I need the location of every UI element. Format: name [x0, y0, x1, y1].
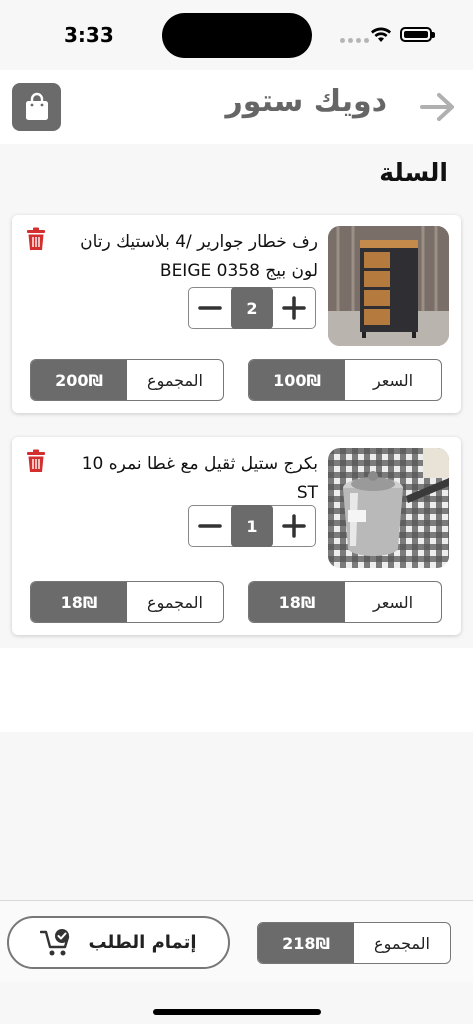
decrease-button[interactable]: [197, 513, 223, 539]
checkout-label: إتمام الطلب: [88, 932, 197, 953]
plus-icon: [282, 514, 306, 538]
signal-icon: [340, 38, 369, 43]
cart-title: السلة: [379, 158, 448, 187]
decrease-button[interactable]: [197, 295, 223, 321]
item-total-label: المجموع: [147, 370, 203, 390]
item-total-value: 200₪: [31, 360, 127, 400]
cart-item: رف خطار جوارير /4 بلاستيك رتان لون بيج B…: [12, 215, 461, 413]
item-price-pill: 100₪ السعر: [248, 359, 442, 401]
item-price-value: 100₪: [249, 360, 345, 400]
cart-button[interactable]: [12, 83, 61, 131]
item-total-pill: 200₪ المجموع: [30, 359, 224, 401]
dynamic-island: [162, 13, 312, 58]
item-price-label: السعر: [372, 592, 414, 612]
increase-button[interactable]: [281, 295, 307, 321]
item-total-label: المجموع: [147, 592, 203, 612]
product-image[interactable]: [328, 226, 449, 346]
cart-total-label: المجموع: [374, 933, 430, 953]
quantity-value: 1: [231, 505, 273, 547]
product-name: رف خطار جوارير /4 بلاستيك رتان لون بيج B…: [80, 232, 318, 281]
list-end-spacer: [0, 648, 473, 732]
item-price-pill: 18₪ السعر: [248, 581, 442, 623]
quantity-stepper: 2: [188, 287, 316, 329]
cart-item: بكرج ستيل ثقيل مع غطا نمره 10 ST 1 18₪ ا…: [12, 437, 461, 635]
trash-icon[interactable]: [25, 227, 47, 251]
plus-icon: [282, 296, 306, 320]
home-indicator: [153, 1009, 321, 1015]
trash-icon[interactable]: [25, 449, 47, 473]
item-price-label: السعر: [372, 370, 414, 390]
store-title: دويك ستور: [225, 84, 387, 119]
cart-total-value: 218₪: [258, 923, 354, 963]
increase-button[interactable]: [281, 513, 307, 539]
arrow-right-icon[interactable]: [419, 92, 457, 122]
checkout-footer: إتمام الطلب 218₪ المجموع: [0, 900, 473, 982]
cart-total-pill: 218₪ المجموع: [257, 922, 451, 964]
quantity-value: 2: [231, 287, 273, 329]
minus-icon: [198, 524, 222, 528]
shopping-bag-icon: [25, 92, 48, 120]
checkout-button[interactable]: إتمام الطلب: [7, 916, 230, 969]
item-total-value: 18₪: [31, 582, 127, 622]
cart-check-icon: [40, 928, 70, 955]
minus-icon: [198, 306, 222, 310]
item-price-value: 18₪: [249, 582, 345, 622]
quantity-stepper: 1: [188, 505, 316, 547]
app-header: دويك ستور: [0, 70, 473, 144]
status-time: 3:33: [64, 23, 114, 47]
battery-icon: [400, 27, 435, 42]
item-total-pill: 18₪ المجموع: [30, 581, 224, 623]
wifi-icon: [371, 27, 391, 42]
product-name: بكرج ستيل ثقيل مع غطا نمره 10 ST: [81, 454, 318, 503]
product-image[interactable]: [328, 448, 449, 568]
status-bar: 3:33: [0, 0, 473, 70]
